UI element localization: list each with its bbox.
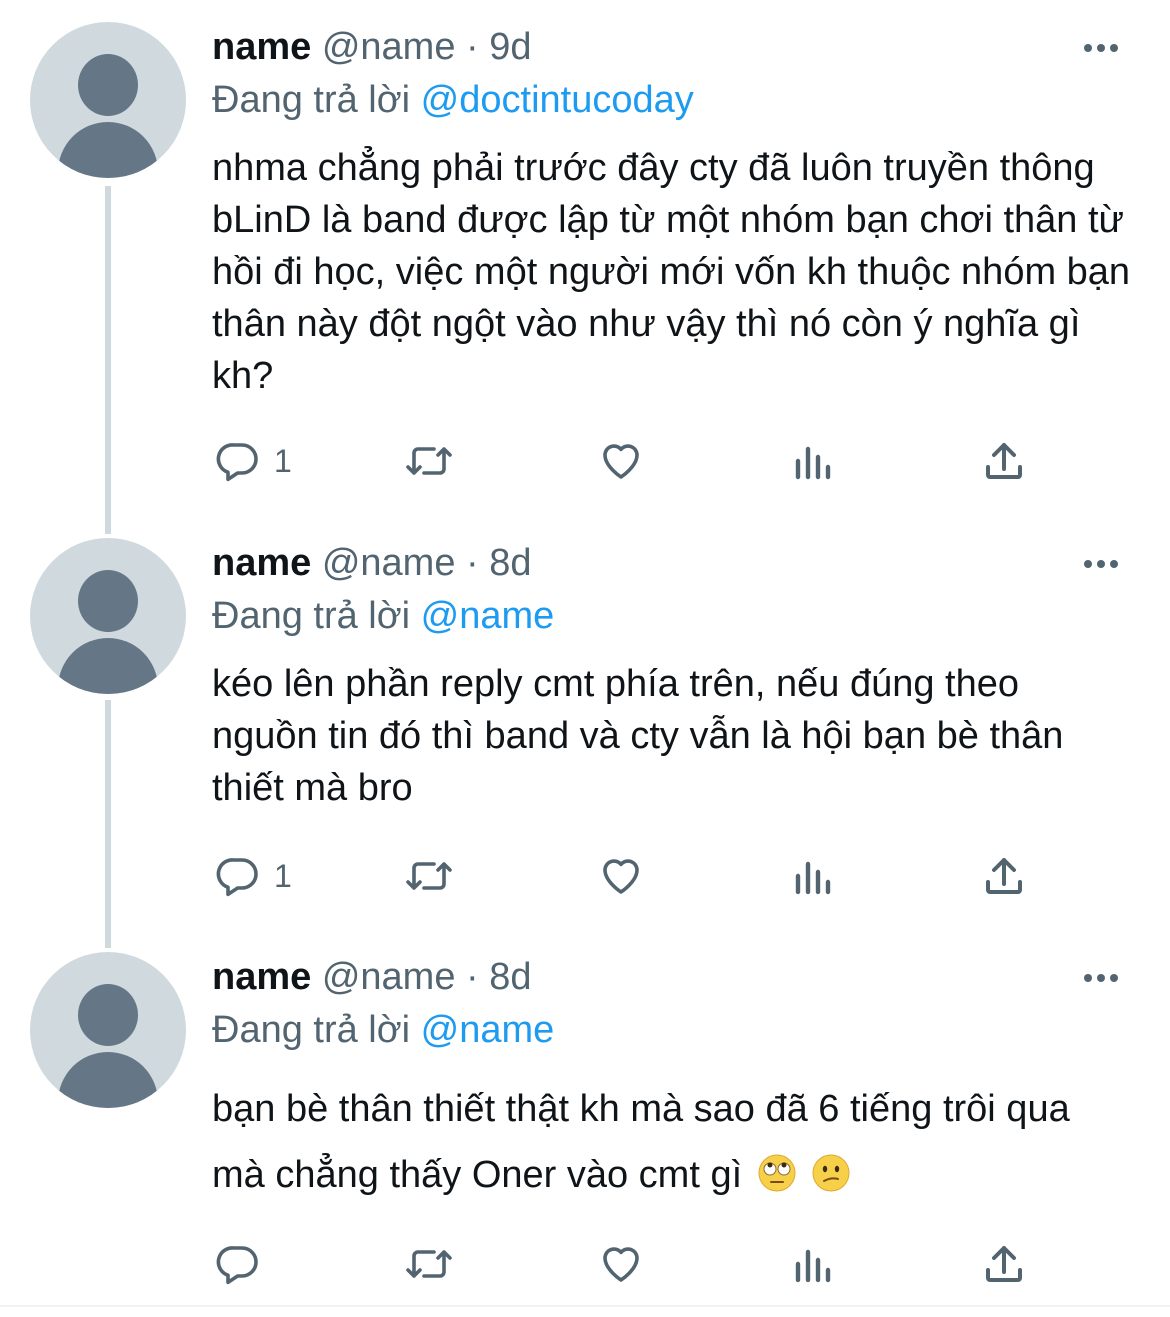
- share-icon: [986, 443, 1022, 479]
- retweet-icon: [406, 447, 452, 475]
- tweet-text-body: bạn bè thân thiết thật kh mà sao đã 6 ti…: [212, 1088, 1070, 1196]
- reply-icon: [216, 443, 258, 482]
- reply-icon: [216, 1246, 258, 1285]
- more-icon[interactable]: [1084, 560, 1118, 568]
- separator-dot: ·: [466, 956, 479, 998]
- like-icon: [603, 859, 639, 894]
- share-button[interactable]: [982, 431, 1026, 491]
- timestamp[interactable]: 9d: [489, 26, 531, 68]
- reply-button[interactable]: 1: [214, 431, 292, 491]
- retweet-icon: [406, 862, 452, 890]
- action-bar: 1: [0, 431, 1170, 491]
- reply-button[interactable]: 1: [214, 846, 292, 906]
- mention-link[interactable]: @doctintucoday: [421, 79, 694, 121]
- views-icon: [795, 861, 831, 895]
- like-button[interactable]: [596, 431, 646, 491]
- retweet-icon: [406, 1250, 452, 1278]
- action-bar: 1: [0, 846, 1170, 906]
- tweet[interactable]: name @name · 8d Đang trả lời @name bạn b…: [0, 952, 1170, 1292]
- like-button[interactable]: [596, 846, 646, 906]
- confused-face-icon: [812, 1154, 850, 1192]
- more-icon[interactable]: [1084, 974, 1118, 982]
- more-icon[interactable]: [1084, 44, 1118, 52]
- display-name[interactable]: name: [212, 542, 311, 584]
- retweet-button[interactable]: [402, 1234, 456, 1294]
- display-name[interactable]: name: [212, 956, 311, 998]
- separator-dot: ·: [466, 26, 479, 68]
- replying-label: Đang trả lời: [212, 1009, 411, 1051]
- reply-count: 1: [274, 857, 292, 894]
- share-button[interactable]: [982, 1234, 1026, 1294]
- reply-count: 1: [274, 442, 292, 479]
- mention-link[interactable]: @name: [421, 595, 555, 637]
- tweet[interactable]: name @name · 8d Đang trả lời @name kéo l…: [0, 538, 1170, 938]
- divider: [0, 1305, 1170, 1307]
- tweet-header: name @name · 8d: [212, 954, 532, 1000]
- reply-button[interactable]: [214, 1234, 274, 1294]
- handle[interactable]: @name: [322, 956, 456, 998]
- tweet-text: nhma chẳng phải trước đây cty đã luôn tr…: [212, 147, 1131, 397]
- replying-to: Đang trả lời @name: [212, 593, 554, 639]
- share-icon: [986, 1246, 1022, 1282]
- views-icon: [795, 446, 831, 480]
- avatar[interactable]: [30, 22, 186, 178]
- like-icon: [603, 1247, 639, 1282]
- tweet-text: bạn bè thân thiết thật kh mà sao đã 6 ti…: [212, 1076, 1132, 1208]
- replying-to: Đang trả lời @name: [212, 1007, 554, 1053]
- retweet-button[interactable]: [402, 431, 456, 491]
- tweet-header: name @name · 8d: [212, 540, 532, 586]
- share-button[interactable]: [982, 846, 1026, 906]
- separator-dot: ·: [466, 542, 479, 584]
- replying-to: Đang trả lời @doctintucoday: [212, 77, 694, 123]
- views-button[interactable]: [792, 1234, 832, 1294]
- display-name[interactable]: name: [212, 26, 311, 68]
- reply-icon: [216, 858, 258, 897]
- avatar[interactable]: [30, 538, 186, 694]
- views-button[interactable]: [792, 846, 832, 906]
- tweet-header: name @name · 9d: [212, 24, 532, 70]
- face-with-rolling-eyes-icon: [758, 1154, 796, 1192]
- handle[interactable]: @name: [322, 542, 456, 584]
- handle[interactable]: @name: [322, 26, 456, 68]
- views-button[interactable]: [792, 431, 832, 491]
- tweet[interactable]: name @name · 9d Đang trả lời @doctintuco…: [0, 22, 1170, 522]
- views-icon: [795, 1249, 831, 1283]
- replying-label: Đang trả lời: [212, 79, 411, 121]
- like-button[interactable]: [596, 1234, 646, 1294]
- share-icon: [986, 858, 1022, 894]
- tweet-text: kéo lên phần reply cmt phía trên, nếu đú…: [212, 663, 1064, 809]
- timestamp[interactable]: 8d: [489, 542, 531, 584]
- action-bar: [0, 1234, 1170, 1294]
- replying-label: Đang trả lời: [212, 595, 411, 637]
- retweet-button[interactable]: [402, 846, 456, 906]
- like-icon: [603, 444, 639, 479]
- timestamp[interactable]: 8d: [489, 956, 531, 998]
- avatar[interactable]: [30, 952, 186, 1108]
- mention-link[interactable]: @name: [421, 1009, 555, 1051]
